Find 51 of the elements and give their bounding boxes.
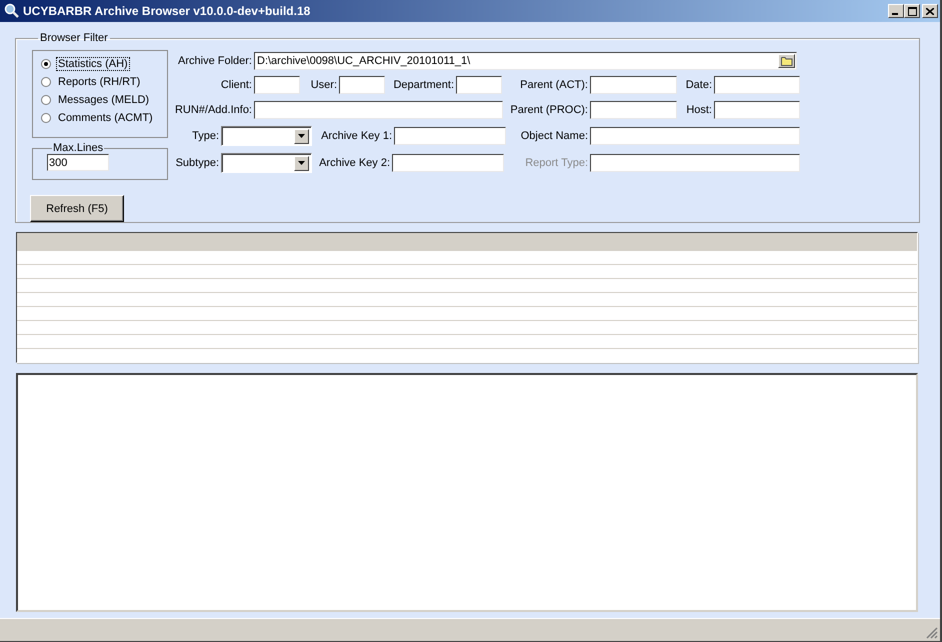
- dropdown[interactable]: [221, 153, 312, 173]
- radio-label[interactable]: Reports (RH/RT): [56, 75, 142, 89]
- text-field[interactable]: D:\archive\0098\UC_ARCHIV_20101011_1\: [254, 52, 797, 70]
- radio-label[interactable]: Comments (ACMT): [56, 111, 155, 125]
- maximize-icon: [908, 6, 916, 16]
- text-field[interactable]: [456, 76, 502, 94]
- field-label: Date:: [684, 79, 713, 91]
- text-field[interactable]: [339, 76, 385, 94]
- max-lines-field[interactable]: 300: [47, 154, 109, 171]
- radio-button[interactable]: [41, 95, 51, 105]
- field-label: Archive Key 1:: [320, 130, 393, 142]
- text-field[interactable]: [714, 76, 800, 94]
- field-label: Report Type:: [524, 157, 589, 169]
- field-label: Object Name:: [520, 130, 589, 142]
- text-field[interactable]: [394, 127, 506, 145]
- field-label: Subtype:: [174, 157, 220, 169]
- field-label: Type:: [191, 130, 220, 142]
- field-label: Host:: [685, 104, 713, 116]
- text-field[interactable]: [392, 154, 504, 172]
- folder-icon[interactable]: [778, 54, 795, 68]
- resize-grip-icon[interactable]: [926, 627, 938, 639]
- group-title: Browser Filter: [39, 32, 109, 44]
- window-title: UCYBARBR Archive Browser v10.0.0-dev+build.18: [23, 4, 312, 18]
- field-label: Department:: [392, 79, 455, 91]
- dropdown[interactable]: [221, 126, 312, 146]
- field-label: Client:: [220, 79, 253, 91]
- text-field[interactable]: [590, 127, 800, 145]
- refresh-button[interactable]: Refresh (F5): [30, 195, 124, 222]
- text-field[interactable]: [590, 76, 677, 94]
- magnifier-icon: [4, 3, 20, 19]
- minimize-button[interactable]: [888, 4, 904, 18]
- maximize-button[interactable]: [904, 4, 920, 18]
- close-button[interactable]: [922, 4, 938, 18]
- text-field[interactable]: [254, 101, 503, 119]
- radio-label[interactable]: Statistics (AH): [56, 57, 130, 71]
- text-field[interactable]: [590, 154, 800, 172]
- radio-button[interactable]: [41, 59, 51, 69]
- radio-label[interactable]: Messages (MELD): [56, 93, 152, 107]
- radio-button[interactable]: [41, 77, 51, 87]
- field-label: Archive Key 2:: [318, 157, 391, 169]
- field-label: Archive Folder:: [177, 55, 253, 67]
- radio-button[interactable]: [41, 113, 51, 123]
- field-label: Parent (ACT):: [519, 79, 589, 91]
- group-title: Max.Lines: [52, 142, 104, 154]
- field-label: Parent (PROC):: [509, 104, 589, 116]
- field-label: RUN#/Add.Info:: [174, 104, 253, 116]
- text-field[interactable]: [254, 76, 300, 94]
- close-icon: [926, 8, 934, 14]
- field-label: User:: [310, 79, 338, 91]
- text-field[interactable]: [714, 101, 800, 119]
- text-field[interactable]: [590, 101, 677, 119]
